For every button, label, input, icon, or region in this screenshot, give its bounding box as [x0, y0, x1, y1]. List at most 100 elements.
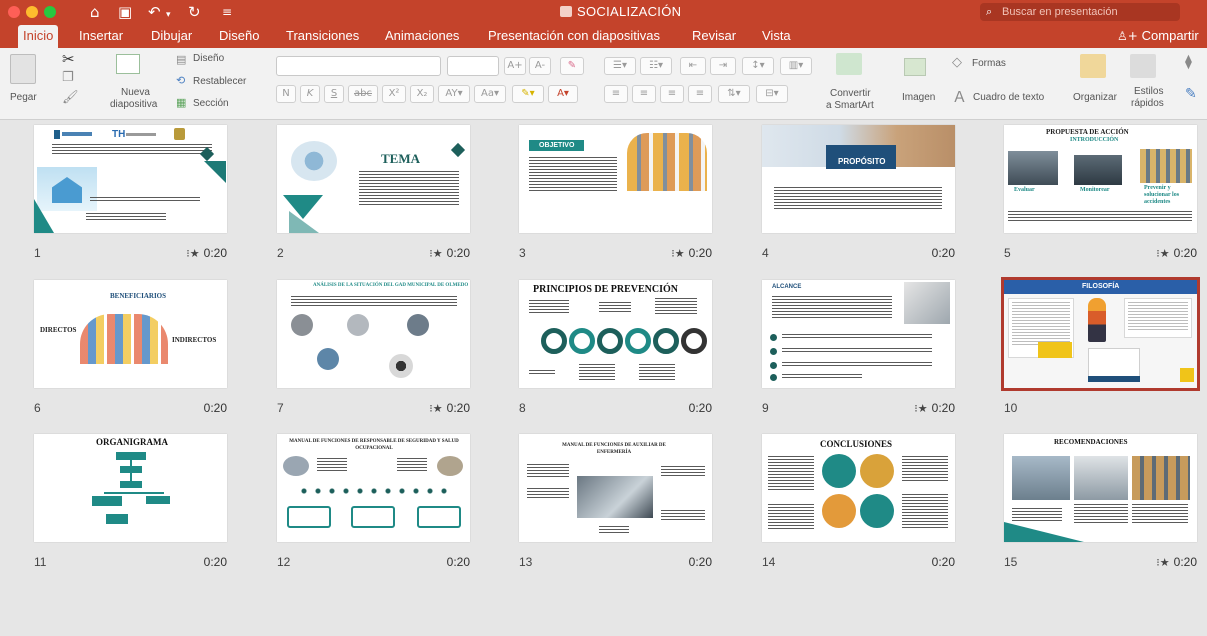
pen-icon[interactable]: ✎: [1185, 86, 1197, 102]
document-title: SOCIALIZACIÓN: [560, 4, 681, 19]
align-center-button[interactable]: ≡: [632, 85, 656, 103]
increase-indent-button[interactable]: ⇥: [710, 57, 736, 75]
bullets-button[interactable]: ☰▾: [604, 57, 636, 75]
slide-thumbnail[interactable]: PRINCIPIOS DE PREVENCIÓN: [519, 280, 712, 388]
quick-styles-label[interactable]: Estilos: [1134, 86, 1163, 97]
slide-thumbnail[interactable]: OBJETIVO: [519, 125, 712, 233]
save-icon[interactable]: ▣: [118, 3, 132, 21]
align-text-button[interactable]: ⊟▾: [756, 85, 788, 103]
italic-button[interactable]: K: [300, 85, 320, 103]
convert-smartart-label[interactable]: Convertir: [830, 88, 871, 99]
arrange-icon[interactable]: [1080, 54, 1106, 78]
line-spacing-button[interactable]: ↕▾: [742, 57, 774, 75]
format-painter-icon[interactable]: 🖌: [62, 90, 79, 105]
tab-revisar[interactable]: Revisar: [692, 28, 736, 44]
paste-icon[interactable]: [10, 54, 36, 84]
quick-styles-icon[interactable]: [1130, 54, 1156, 78]
slide-thumbnail[interactable]: RECOMENDACIONES: [1004, 434, 1197, 542]
undo-dropdown-icon[interactable]: ▾: [166, 6, 171, 24]
slide-body-text: [1128, 302, 1188, 330]
close-window-button[interactable]: [8, 6, 20, 18]
arrange-label[interactable]: Organizar: [1073, 92, 1117, 103]
section-button[interactable]: Sección: [193, 98, 229, 109]
change-case-button[interactable]: Aa▾: [474, 85, 506, 103]
slide-thumbnail[interactable]: ORGANIGRAMA: [34, 434, 227, 542]
org-line: [104, 492, 164, 494]
decrease-indent-button[interactable]: ⇤: [680, 57, 706, 75]
zoom-window-button[interactable]: [44, 6, 56, 18]
font-name-select[interactable]: [276, 56, 441, 76]
textbox-label[interactable]: Cuadro de texto: [973, 92, 1044, 103]
fill-icon[interactable]: ⧫: [1185, 54, 1192, 70]
char-spacing-button[interactable]: AY▾: [438, 85, 470, 103]
minimize-window-button[interactable]: [26, 6, 38, 18]
convert-smartart-label-2[interactable]: a SmartArt: [826, 100, 874, 111]
smartart-icon[interactable]: [836, 53, 862, 75]
slide-thumbnail[interactable]: PROPUESTA DE ACCIÓN INTRODUCCIÓN Evaluar…: [1004, 125, 1197, 233]
numbering-button[interactable]: ☷▾: [640, 57, 672, 75]
slide-thumbnail[interactable]: ANÁLISIS DE LA SITUACIÓN DEL GAD MUNICIP…: [277, 280, 470, 388]
slide-body-text: [1008, 211, 1192, 221]
align-left-button[interactable]: ≡: [604, 85, 628, 103]
paste-label[interactable]: Pegar: [10, 92, 37, 103]
tab-animaciones[interactable]: Animaciones: [385, 28, 459, 44]
quick-styles-label-2[interactable]: rápidos: [1131, 98, 1164, 109]
photo-circle: [283, 456, 309, 476]
superscript-button[interactable]: X²: [382, 85, 406, 103]
search-input[interactable]: ⌕ Buscar en presentación: [980, 3, 1180, 21]
align-right-button[interactable]: ≡: [660, 85, 684, 103]
new-slide-label[interactable]: Nueva: [121, 87, 150, 98]
shapes-label[interactable]: Formas: [972, 58, 1006, 69]
strikethrough-button[interactable]: abc: [348, 85, 378, 103]
clear-format-button[interactable]: ✎: [560, 57, 584, 75]
new-slide-icon[interactable]: [116, 54, 140, 74]
new-slide-label-2[interactable]: diapositiva: [110, 99, 157, 110]
slide-thumbnail-selected[interactable]: FILOSOFÍA: [1001, 277, 1200, 391]
highlight-button[interactable]: ✎▾: [512, 85, 544, 103]
tab-inicio[interactable]: Inicio: [18, 25, 59, 48]
slide-thumbnail[interactable]: TEMA: [277, 125, 470, 233]
font-color-button[interactable]: A▾: [548, 85, 578, 103]
tab-presentacion[interactable]: Presentación con diapositivas: [488, 28, 660, 44]
shapes-icon[interactable]: ◇: [952, 55, 962, 70]
image-label[interactable]: Imagen: [902, 92, 935, 103]
slide-thumbnail[interactable]: ALCANCE: [762, 280, 955, 388]
tab-transiciones[interactable]: Transiciones: [286, 28, 359, 44]
photo-circle: [822, 494, 856, 528]
slide-thumbnail[interactable]: TH: [34, 125, 227, 233]
role-card: [287, 506, 331, 528]
justify-button[interactable]: ≡: [688, 85, 712, 103]
slide-body-text: [772, 296, 892, 318]
textbox-icon[interactable]: Ａ: [952, 86, 967, 107]
share-button[interactable]: ♙+ Compartir: [1117, 28, 1199, 43]
cut-icon[interactable]: ✂: [62, 50, 75, 68]
tab-vista[interactable]: Vista: [762, 28, 791, 44]
undo-icon[interactable]: ↶: [148, 3, 161, 21]
photo-2: [1074, 155, 1122, 185]
layout-button[interactable]: Diseño: [193, 53, 224, 64]
columns-button[interactable]: ▥▾: [780, 57, 812, 75]
tab-dibujar[interactable]: Dibujar: [151, 28, 192, 44]
bold-button[interactable]: N: [276, 85, 296, 103]
text-direction-button[interactable]: ⇅▾: [718, 85, 750, 103]
reset-button[interactable]: Restablecer: [193, 76, 246, 87]
tab-insertar[interactable]: Insertar: [79, 28, 123, 44]
slide-thumbnail[interactable]: MANUAL DE FUNCIONES DE RESPONSABLE DE SE…: [277, 434, 470, 542]
image-icon[interactable]: [904, 58, 926, 76]
tab-diseno[interactable]: Diseño: [219, 28, 259, 44]
slide-thumbnail[interactable]: PROPÓSITO: [762, 125, 955, 233]
font-size-select[interactable]: [447, 56, 499, 76]
underline-button[interactable]: S: [324, 85, 344, 103]
slide-thumbnail[interactable]: MANUAL DE FUNCIONES DE AUXILIAR DE ENFER…: [519, 434, 712, 542]
subscript-button[interactable]: X₂: [410, 85, 434, 103]
redo-icon[interactable]: ↻: [188, 3, 201, 21]
slide-thumbnail[interactable]: CONCLUSIONES: [762, 434, 955, 542]
org-box: [116, 452, 146, 460]
customize-toolbar-icon[interactable]: ≡: [222, 3, 232, 21]
copy-icon[interactable]: ❐: [62, 70, 74, 85]
role-card: [417, 506, 461, 528]
slide-thumbnail[interactable]: BENEFICIARIOS DIRECTOS INDIRECTOS: [34, 280, 227, 388]
increase-font-button[interactable]: A+: [504, 57, 526, 75]
decrease-font-button[interactable]: A-: [529, 57, 551, 75]
home-icon[interactable]: ⌂: [90, 3, 100, 21]
